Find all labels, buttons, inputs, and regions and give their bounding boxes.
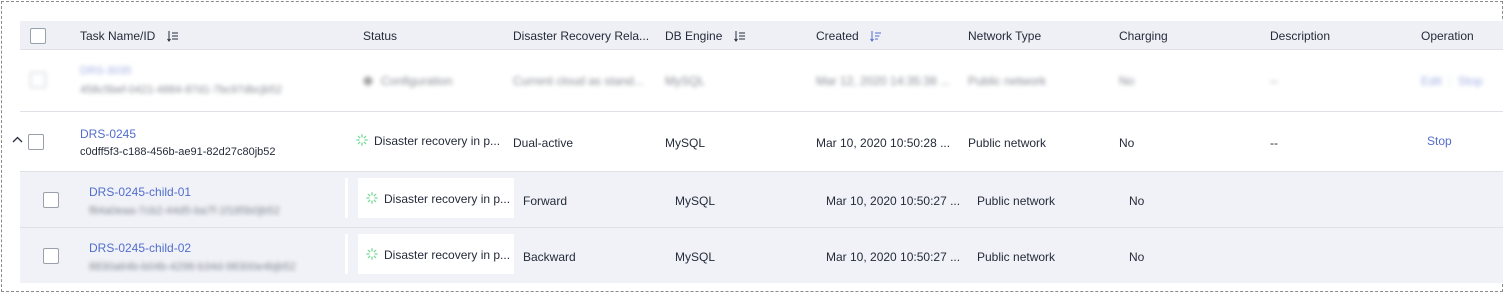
status-divider	[345, 234, 348, 274]
created-cell: Mar 10, 2020 10:50:28 ...	[816, 136, 951, 150]
header-status: Status	[363, 29, 398, 43]
table-row-child: DRS-0245-child-02 8830a64b-b04b-4298-b34…	[20, 228, 1503, 283]
status-text: Disaster recovery in p...	[374, 134, 501, 148]
task-name-link[interactable]: DRS-0245-child-02	[89, 241, 191, 255]
row-checkbox[interactable]	[28, 134, 44, 150]
spinner-icon	[366, 192, 378, 204]
header-dr-relation: Disaster Recovery Rela...	[513, 29, 650, 43]
row-checkbox[interactable]	[43, 248, 59, 264]
task-id: c0dff5f3-c188-456b-ae91-82d27c80jb52	[80, 146, 276, 158]
header-description: Description	[1270, 29, 1331, 43]
description-cell: --	[1270, 136, 1278, 150]
status-text: Disaster recovery in p...	[384, 192, 511, 206]
status-cell: Disaster recovery in p...	[366, 192, 510, 206]
row-checkbox[interactable]	[43, 192, 59, 208]
engine-cell: MySQL	[665, 74, 706, 88]
chevron-up-icon[interactable]	[12, 134, 23, 146]
header-charging: Charging	[1119, 29, 1168, 43]
task-name-link[interactable]: DRS-0245	[80, 127, 136, 141]
relation-cell: Forward	[523, 194, 568, 208]
relation-cell: Dual-active	[513, 136, 574, 150]
task-name-link[interactable]: DRS-0245-child-01	[89, 185, 191, 199]
operation-divider	[1449, 75, 1450, 87]
engine-cell: MySQL	[665, 136, 706, 150]
header-db-engine[interactable]: DB Engine	[665, 29, 746, 43]
sort-icon[interactable]	[733, 30, 746, 42]
relation-cell: Current cloud as stand...	[513, 74, 644, 88]
header-operation: Operation	[1421, 29, 1474, 43]
stop-link[interactable]: Stop	[1427, 134, 1452, 148]
status-cell: Disaster recovery in p...	[356, 134, 500, 148]
status-text: Disaster recovery in p...	[384, 248, 511, 262]
header-created-label: Created	[816, 29, 859, 43]
network-cell: Public network	[977, 194, 1056, 208]
network-cell: Public network	[968, 136, 1047, 150]
header-task-name-label: Task Name/ID	[80, 29, 156, 43]
edit-link[interactable]: Edit	[1421, 74, 1442, 88]
row-checkbox[interactable]	[30, 72, 46, 88]
task-id: 8830a64b-b04b-4298-b34d-98300e4bjb52	[89, 261, 296, 273]
table-row: DRS-3035 458c5bef-0421-4884-87d1-7bc97db…	[20, 50, 1503, 112]
status-cell: Disaster recovery in p...	[366, 248, 510, 262]
charging-cell: No	[1119, 136, 1135, 150]
network-cell: Public network	[968, 74, 1047, 88]
engine-cell: MySQL	[675, 194, 716, 208]
charging-cell: No	[1119, 74, 1135, 88]
charging-cell: No	[1129, 194, 1145, 208]
status-cell: Configuration	[363, 74, 452, 88]
engine-cell: MySQL	[675, 250, 716, 264]
task-id: f84a0eaa-7cb2-44d5-ba7f-1f185b0jb52	[89, 205, 280, 217]
spinner-icon	[366, 248, 378, 260]
task-name-link[interactable]: DRS-3035	[80, 65, 131, 77]
select-all-checkbox[interactable]	[30, 28, 46, 44]
header-network-type: Network Type	[968, 29, 1042, 43]
table-header: Task Name/ID Status Disaster Recovery Re…	[20, 21, 1503, 50]
header-task-name[interactable]: Task Name/ID	[80, 29, 179, 43]
sort-icon[interactable]	[166, 30, 179, 42]
created-cell: Mar 10, 2020 10:50:27 ...	[826, 194, 961, 208]
created-cell: Mar 10, 2020 10:50:27 ...	[826, 250, 961, 264]
network-cell: Public network	[977, 250, 1056, 264]
status-divider	[345, 178, 348, 218]
created-cell: Mar 12, 2020 14:35:38 ...	[816, 74, 951, 88]
status-text: Configuration	[381, 74, 453, 88]
header-created[interactable]: Created	[816, 29, 882, 43]
header-db-engine-label: DB Engine	[665, 29, 723, 43]
sort-desc-icon[interactable]	[870, 30, 882, 42]
description-cell: --	[1270, 74, 1278, 88]
dot-icon	[363, 76, 373, 86]
relation-cell: Backward	[523, 250, 576, 264]
task-id: 458c5bef-0421-4884-87d1-7bc97dbcjb52	[80, 84, 282, 96]
spinner-icon	[356, 134, 368, 146]
stop-link[interactable]: Stop	[1458, 74, 1483, 88]
table-row: DRS-0245 c0dff5f3-c188-456b-ae91-82d27c8…	[12, 112, 1503, 172]
blurred-row-content: DRS-3035 458c5bef-0421-4884-87d1-7bc97db…	[20, 50, 1503, 112]
table-row-child: DRS-0245-child-01 f84a0eaa-7cb2-44d5-ba7…	[20, 172, 1503, 228]
charging-cell: No	[1129, 250, 1145, 264]
